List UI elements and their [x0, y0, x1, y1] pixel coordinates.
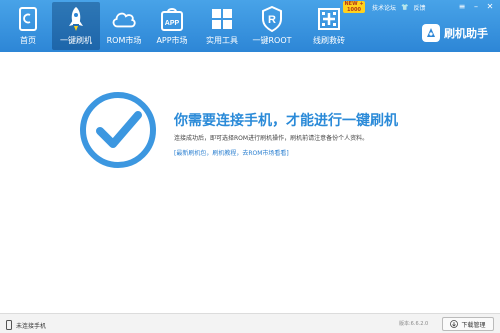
grid-icon — [209, 6, 235, 32]
main-content — [0, 52, 500, 313]
instruction-text: 连接成功后，即可选择ROM进行刷机操作，刷机前请注意备份个人资料。 — [174, 135, 369, 142]
connection-status-text: 未连接手机 — [16, 322, 47, 330]
forum-link[interactable]: 技术论坛 — [372, 3, 396, 12]
phone-small-icon — [6, 320, 12, 330]
nav-label: 首页 — [20, 36, 36, 45]
version-text: 版本:6.6.2.0 — [399, 321, 429, 327]
svg-text:R: R — [268, 14, 276, 26]
nav-one-click-flash[interactable]: 一键刷机 — [52, 2, 100, 50]
check-circle-icon — [80, 92, 156, 168]
cloud-icon — [111, 6, 137, 32]
root-shield-icon: R — [259, 6, 285, 32]
app-bag-icon: APP — [159, 6, 185, 32]
brand: 刷机助手 — [422, 24, 488, 42]
feedback-link[interactable]: 反馈 — [414, 3, 426, 12]
shirt-icon[interactable]: 👕 — [401, 4, 408, 11]
nav-label: 实用工具 — [206, 36, 238, 45]
phone-icon — [15, 6, 41, 32]
new-badge: NEW + 1000 — [343, 1, 365, 13]
rocket-icon — [63, 6, 89, 32]
connection-status: 未连接手机 — [6, 320, 46, 330]
close-icon[interactable]: ✕ — [484, 2, 496, 12]
nav-label: 一键ROOT — [252, 36, 292, 45]
svg-text:APP: APP — [165, 20, 180, 27]
menu-icon[interactable]: ≡ — [456, 2, 468, 12]
nav-label: 一键刷机 — [60, 36, 92, 45]
cross-grid-icon — [316, 6, 342, 32]
download-manager-button[interactable]: 下载管理 — [442, 317, 494, 331]
window-controls: ≡ – ✕ — [454, 2, 496, 12]
nav-home[interactable]: 首页 — [4, 2, 52, 50]
nav-app-market[interactable]: APP APP市场 — [148, 2, 196, 50]
download-manager-label: 下载管理 — [461, 321, 486, 329]
nav-label: 线刷救砖 — [313, 36, 345, 45]
nav-tools[interactable]: 实用工具 — [198, 2, 246, 50]
help-links[interactable]: [最新刷机包，刷机教程，去ROM市场看看] — [174, 148, 289, 157]
nav-rom-market[interactable]: ROM市场 — [100, 2, 148, 50]
nav-label: APP市场 — [156, 36, 188, 45]
nav-label: ROM市场 — [106, 36, 142, 45]
nav-one-click-root[interactable]: R 一键ROOT — [248, 2, 296, 50]
top-links: 技术论坛 👕 反馈 — [372, 3, 431, 12]
brand-name: 刷机助手 — [444, 27, 488, 40]
status-bar: 未连接手机 版本:6.6.2.0 下载管理 — [0, 313, 500, 333]
brand-logo-icon — [422, 24, 440, 42]
minimize-icon[interactable]: – — [470, 2, 482, 12]
download-icon — [450, 320, 459, 328]
top-toolbar: 首页 一键刷机 ROM市场 APP APP市场 实用工具 R 一键ROOT 线刷… — [0, 0, 500, 52]
page-title: 你需要连接手机，才能进行一键刷机 — [174, 113, 398, 129]
